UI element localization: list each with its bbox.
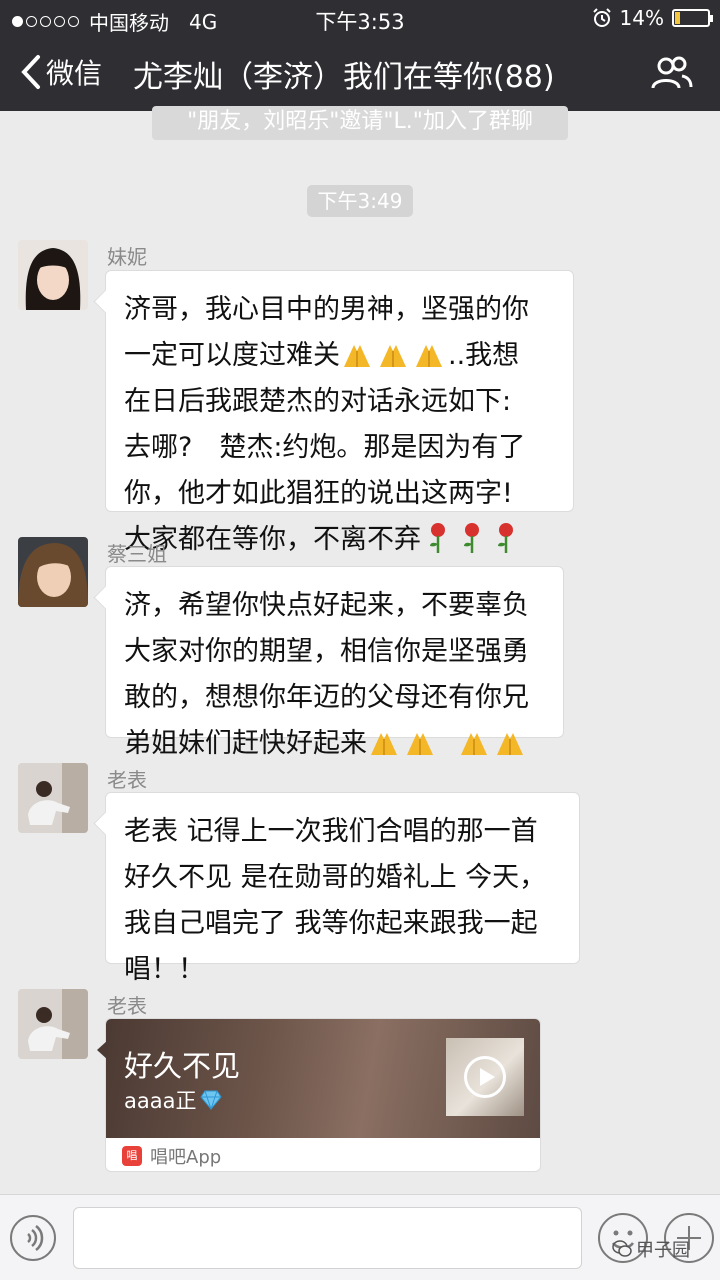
bubble-tail	[97, 1040, 108, 1060]
song-share-card[interactable]: 好久不见 aaaa正 唱 唱吧App	[105, 1018, 541, 1172]
sender-name: 老表	[107, 768, 147, 792]
chat-title: 尤李灿（李济）我们在等你(88)	[133, 60, 555, 95]
avatar[interactable]	[18, 537, 88, 607]
folded-hands-emoji-icon	[416, 345, 442, 367]
navigation-bar: 微信 尤李灿（李济）我们在等你(88)	[0, 36, 720, 111]
top-bar: 中国移动 4G 下午3:53 14% 微信 尤李灿（李济）我们在等你(88)	[0, 0, 720, 111]
avatar[interactable]	[18, 240, 88, 310]
alarm-icon	[592, 8, 611, 27]
message-bubble[interactable]: 济哥，我心目中的男神，坚强的你 一定可以度过难关 ..我想 在日后我跟楚杰的对话永…	[105, 270, 574, 555]
changba-app-icon: 唱	[122, 1145, 142, 1166]
sender-name: 老表	[107, 994, 147, 1018]
avatar[interactable]	[18, 763, 88, 833]
voice-icon[interactable]	[10, 1215, 56, 1261]
rose-emoji-icon	[464, 523, 479, 553]
folded-hands-emoji-icon	[407, 733, 433, 755]
avatar[interactable]	[18, 989, 88, 1059]
folded-hands-emoji-icon	[497, 733, 523, 755]
diamond-icon	[200, 1090, 223, 1110]
sender-name: 妹妮	[107, 245, 147, 269]
rose-emoji-icon	[498, 523, 513, 553]
message-bubble[interactable]: 老表 记得上一次我们合唱的那一首 好久不见 是在勋哥的婚礼上 今天， 我自己唱完…	[105, 792, 580, 985]
battery-icon	[672, 9, 713, 27]
message-line: 敢的，想想你年迈的父母还有你兄	[124, 682, 529, 713]
play-icon[interactable]	[464, 1056, 506, 1098]
battery-percent: 14%	[619, 6, 664, 30]
message-line: 济哥，我心目中的男神，坚强的你	[124, 294, 529, 325]
message-line: 好久不见 是在勋哥的婚礼上 今天，	[124, 862, 547, 893]
message-line: 大家对你的期望，相信你是坚强勇	[124, 636, 529, 667]
rose-emoji-icon	[430, 523, 445, 553]
back-button[interactable]: 微信	[20, 52, 102, 92]
folded-hands-emoji-icon	[380, 345, 406, 367]
message-line: 老表 记得上一次我们合唱的那一首	[124, 816, 538, 847]
group-members-icon[interactable]	[650, 56, 694, 90]
folded-hands-emoji-icon	[371, 733, 397, 755]
singer-name: aaaa正	[124, 1089, 197, 1113]
message-line: 大家都在等你，不离不弃	[124, 524, 421, 555]
back-label: 微信	[46, 57, 103, 90]
message-line: 去哪? 楚杰:约炮。那是因为有了	[124, 432, 526, 463]
sender-name: 蔡三姐	[107, 542, 167, 566]
message-line: 我自己唱完了 我等你起来跟我一起	[124, 908, 538, 939]
wechat-logo-icon	[612, 1240, 632, 1257]
system-notice: "朋友，刘昭乐"邀请"L."加入了群聊	[152, 106, 568, 140]
chevron-left-icon	[21, 55, 40, 89]
app-name: 唱吧App	[150, 1146, 222, 1168]
message-line: 弟姐妹们赶快好起来	[124, 728, 367, 759]
message-input[interactable]	[73, 1207, 582, 1269]
message-line: 济，希望你快点好起来，不要辜负	[124, 590, 529, 621]
watermark: 甲子园	[612, 1236, 690, 1262]
folded-hands-emoji-icon	[461, 733, 487, 755]
song-title: 好久不见	[124, 1049, 241, 1083]
message-line: 你，他才如此猖狂的说出这两字!	[124, 478, 513, 509]
status-bar: 中国移动 4G 下午3:53 14%	[0, 0, 720, 36]
message-line: ..我想	[448, 340, 520, 371]
folded-hands-emoji-icon	[344, 345, 370, 367]
watermark-label: 甲子园	[636, 1240, 690, 1261]
message-line: 一定可以度过难关	[124, 340, 340, 371]
message-bubble[interactable]: 济，希望你快点好起来，不要辜负 大家对你的期望，相信你是坚强勇 敢的，想想你年迈…	[105, 566, 564, 759]
message-line: 唱！！	[124, 954, 205, 985]
message-line: 在日后我跟楚杰的对话永远如下:	[124, 386, 512, 417]
message-timestamp: 下午3:49	[307, 185, 413, 217]
